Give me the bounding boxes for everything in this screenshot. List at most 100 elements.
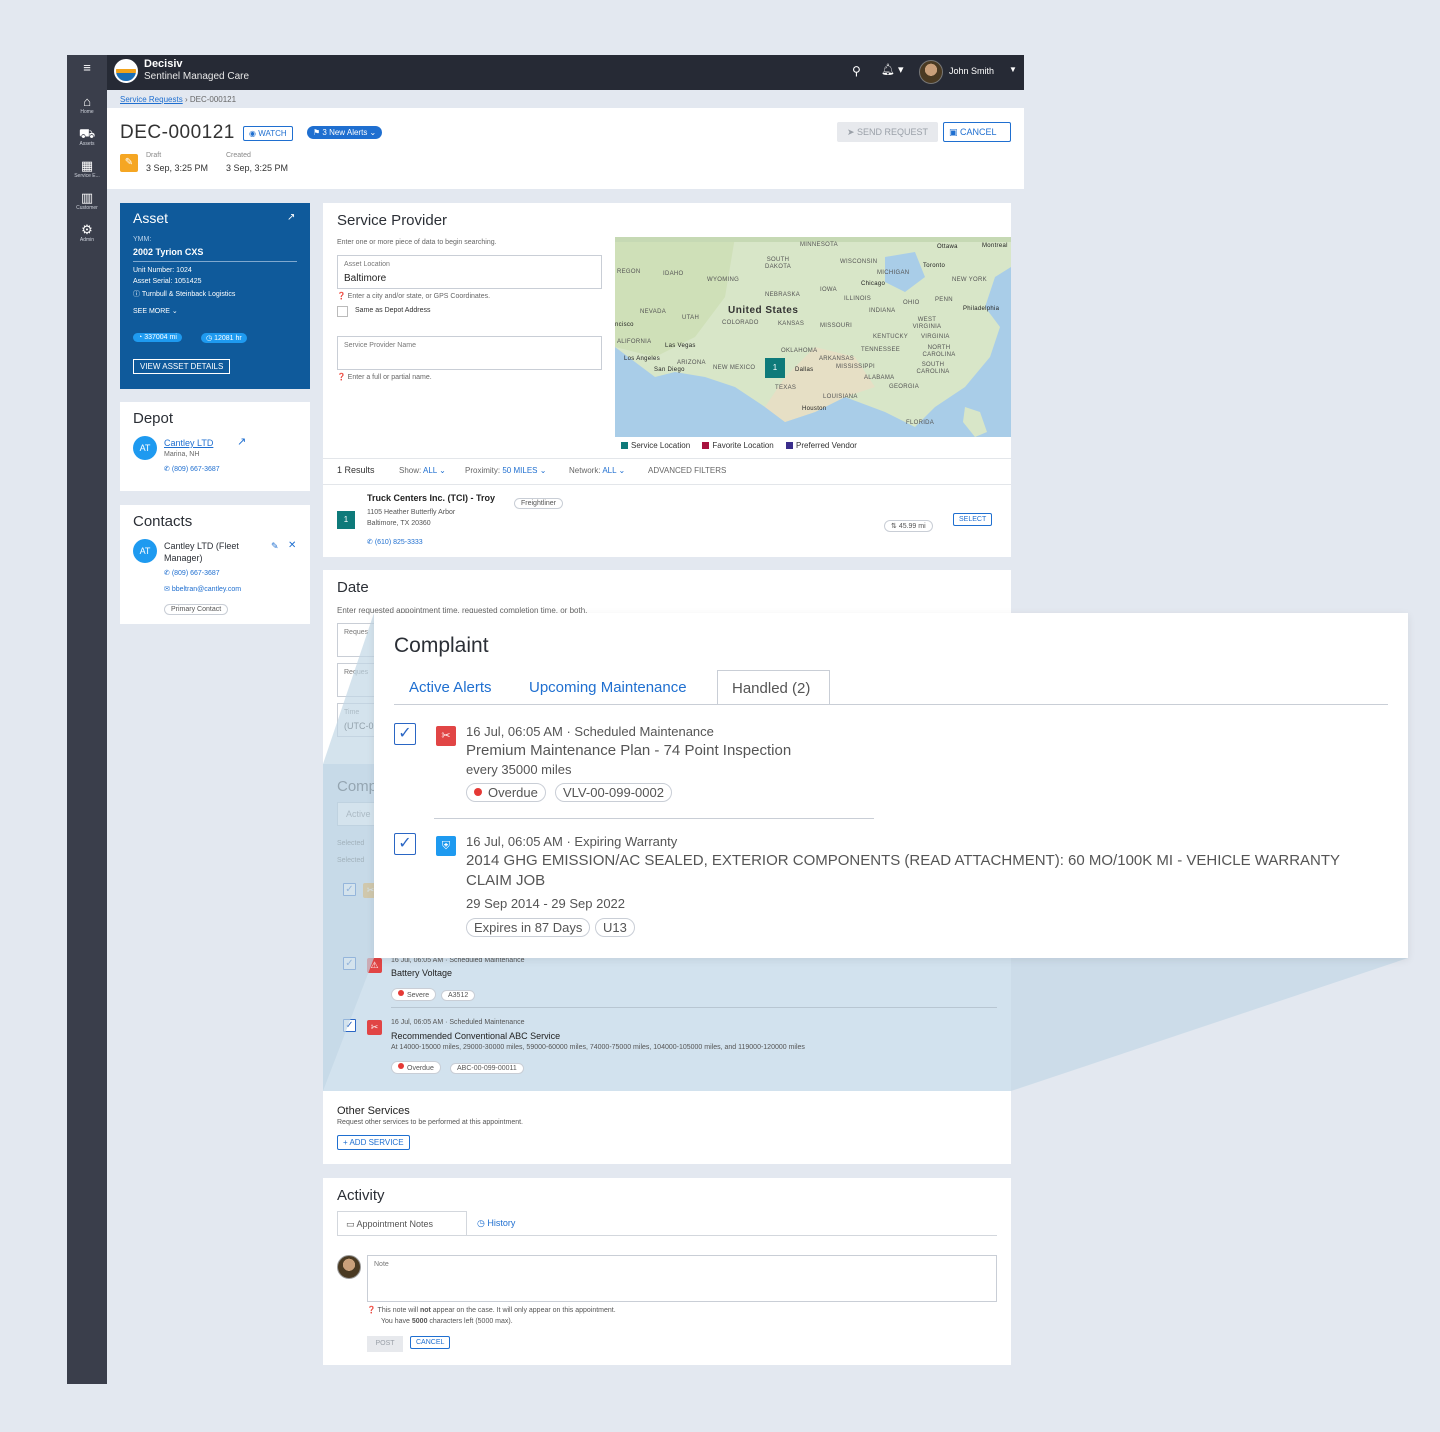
tab-appointment-notes[interactable]: ▭ Appointment Notes [337, 1211, 467, 1236]
nav-customer[interactable]: ▥ Customer [67, 191, 107, 212]
item-date-range: 29 Sep 2014 - 29 Sep 2022 [466, 896, 626, 911]
search-icon[interactable]: ⚲ [852, 64, 861, 78]
external-link-icon[interactable]: ↗ [237, 435, 246, 448]
service-provider-name-field[interactable]: Service Provider Name [337, 336, 602, 370]
case-header: DEC-000121 ◉ WATCH ⚑ 3 New Alerts ⌄ ➤ SE… [107, 108, 1024, 189]
bell-icon[interactable]: 🔔︎ ▾ [881, 63, 904, 76]
cancel-button[interactable]: ▣ CANCEL [943, 122, 1011, 142]
item-title: Recommended Conventional ABC Service [391, 1031, 561, 1041]
code-badge: ABC-00-099-00011 [450, 1057, 524, 1075]
selected-label: Selected [337, 840, 365, 847]
ymm-value: 2002 Tyrion CXS [133, 247, 204, 257]
item-checkbox[interactable]: ✓ [343, 1019, 356, 1032]
note-textarea[interactable]: Note [367, 1255, 997, 1302]
status-date: 3 Sep, 3:25 PM [146, 163, 209, 173]
item-checkbox[interactable]: ✓ [343, 883, 356, 896]
expiry-badge: Expires in 87 Days [466, 918, 591, 937]
item-checkbox[interactable]: ✓ [394, 833, 416, 855]
item-meta: 16 Jul, 06:05 AM · Expiring Warranty [466, 834, 678, 849]
chevron-down-icon: ⌄ [171, 308, 178, 315]
chevron-down-icon[interactable]: ▼ [1009, 65, 1017, 74]
legend-favorite-location: Favorite Location [702, 441, 774, 450]
code-badge: VLV-00-099-0002 [555, 783, 672, 802]
phone-icon: ✆ [164, 466, 172, 473]
contact-email[interactable]: ✉ bbeltran@cantley.com [164, 585, 241, 593]
activity-card: Activity ▭ Appointment Notes ◷ History N… [323, 1178, 1011, 1365]
chevron-down-icon: ⌄ [537, 466, 547, 475]
post-button[interactable]: POST [367, 1336, 403, 1352]
asset-location-field[interactable]: Asset Location Baltimore [337, 255, 602, 289]
complaint-zoom-panel: Complaint Active Alerts Upcoming Mainten… [374, 613, 1408, 958]
show-filter[interactable]: Show: ALL ⌄ [399, 466, 446, 475]
view-asset-details-button[interactable]: VIEW ASSET DETAILS [133, 359, 231, 374]
tab-upcoming-maintenance[interactable]: Upcoming Maintenance [529, 679, 687, 696]
menu-icon[interactable]: ≡ [67, 61, 107, 75]
tab-history[interactable]: ◷ History [477, 1218, 515, 1229]
item-checkbox[interactable]: ✓ [394, 723, 416, 745]
avatar[interactable] [919, 60, 943, 84]
route-icon: ⇅ [891, 523, 899, 530]
edit-icon[interactable]: ✎ [271, 541, 279, 552]
selected-label: Selected [337, 857, 365, 864]
phone-icon: ✆ [164, 570, 172, 577]
advanced-filters-link[interactable]: ADVANCED FILTERS [648, 466, 726, 475]
depot-name-link[interactable]: Cantley LTD [164, 438, 213, 448]
provider-address-2: Baltimore, TX 20360 [367, 520, 431, 527]
complaint-title: Comp [337, 778, 378, 795]
avatar: AT [133, 539, 157, 563]
asset-location-input[interactable]: Baltimore [344, 273, 386, 284]
depot-phone[interactable]: ✆ (809) 667-3687 [164, 465, 220, 473]
cancel-note-button[interactable]: CANCEL [410, 1336, 451, 1349]
network-filter[interactable]: Network: ALL ⌄ [569, 466, 625, 475]
tab-handled[interactable]: Handled (2) [717, 670, 830, 705]
send-request-button[interactable]: ➤ SEND REQUEST [837, 122, 938, 142]
alerts-button[interactable]: ⚑ 3 New Alerts ⌄ [307, 126, 383, 139]
add-service-button[interactable]: + ADD SERVICE [337, 1135, 410, 1150]
chars-left: You have 5000 characters left (5000 max)… [381, 1318, 513, 1325]
nav-service-events[interactable]: ▦ Service E... [67, 159, 107, 180]
provider-address-1: 1105 Heather Butterfly Arbor [367, 509, 456, 516]
chevron-down-icon: ⌄ [616, 466, 626, 475]
provider-phone[interactable]: ✆ (610) 825-3333 [367, 538, 423, 546]
page-title: DEC-000121 [120, 122, 235, 143]
item-checkbox[interactable]: ✓ [343, 957, 356, 970]
legend-service-location: Service Location [621, 441, 690, 450]
pencil-icon: ✎ [120, 154, 138, 172]
nav-assets[interactable]: ⛟ Assets [67, 127, 107, 148]
alert-icon: ⚑ [313, 128, 323, 137]
service-provider-intro: Enter one or more piece of data to begin… [337, 239, 497, 246]
avatar: AT [133, 436, 157, 460]
external-link-icon[interactable]: ↗ [287, 212, 295, 223]
other-services-desc: Request other services to be performed a… [337, 1119, 523, 1126]
map-country-label: United States [728, 305, 799, 316]
contacts-card: Contacts AT Cantley LTD (Fleet Manager) … [120, 505, 310, 624]
legend-preferred-vendor: Preferred Vendor [786, 441, 857, 450]
nav-home[interactable]: ⌂ Home [67, 95, 107, 116]
map[interactable]: MINNESOTA WISCONSIN MICHIGAN SOUTH DAKOT… [615, 237, 1011, 437]
calendar-icon: ▦ [80, 158, 94, 173]
map-pin-icon[interactable]: 1 [765, 358, 785, 378]
provider-name[interactable]: Truck Centers Inc. (TCI) - Troy [367, 493, 495, 503]
select-button[interactable]: SELECT [953, 513, 993, 526]
item-interval: every 35000 miles [466, 762, 572, 777]
eye-icon: ◉ [249, 129, 259, 138]
contact-phone[interactable]: ✆ (809) 667-3687 [164, 569, 220, 577]
same-as-depot-checkbox[interactable] [337, 306, 348, 317]
contacts-title: Contacts [133, 513, 193, 530]
user-name[interactable]: John Smith [949, 66, 994, 76]
nav-admin[interactable]: ⚙ Admin [67, 223, 107, 244]
divider [337, 1235, 997, 1236]
clock-icon: ◷ [477, 1218, 488, 1228]
gear-icon: ⚙ [81, 222, 93, 237]
see-more-button[interactable]: SEE MORE ⌄ [133, 307, 178, 315]
item-meta: 16 Jul, 06:05 AM · Scheduled Maintenance [391, 1019, 525, 1026]
proximity-filter[interactable]: Proximity: 50 MILES ⌄ [465, 466, 546, 475]
info-icon: ⓘ [133, 291, 142, 298]
close-icon[interactable]: ✕ [288, 540, 296, 551]
same-as-depot-label: Same as Depot Address [355, 307, 431, 314]
breadcrumb-link[interactable]: Service Requests [120, 95, 183, 104]
provider-brand: Freightliner [514, 492, 564, 510]
tab-active-alerts[interactable]: Active Alerts [409, 679, 492, 696]
home-icon: ⌂ [83, 94, 91, 109]
watch-button[interactable]: ◉ WATCH [243, 126, 293, 141]
